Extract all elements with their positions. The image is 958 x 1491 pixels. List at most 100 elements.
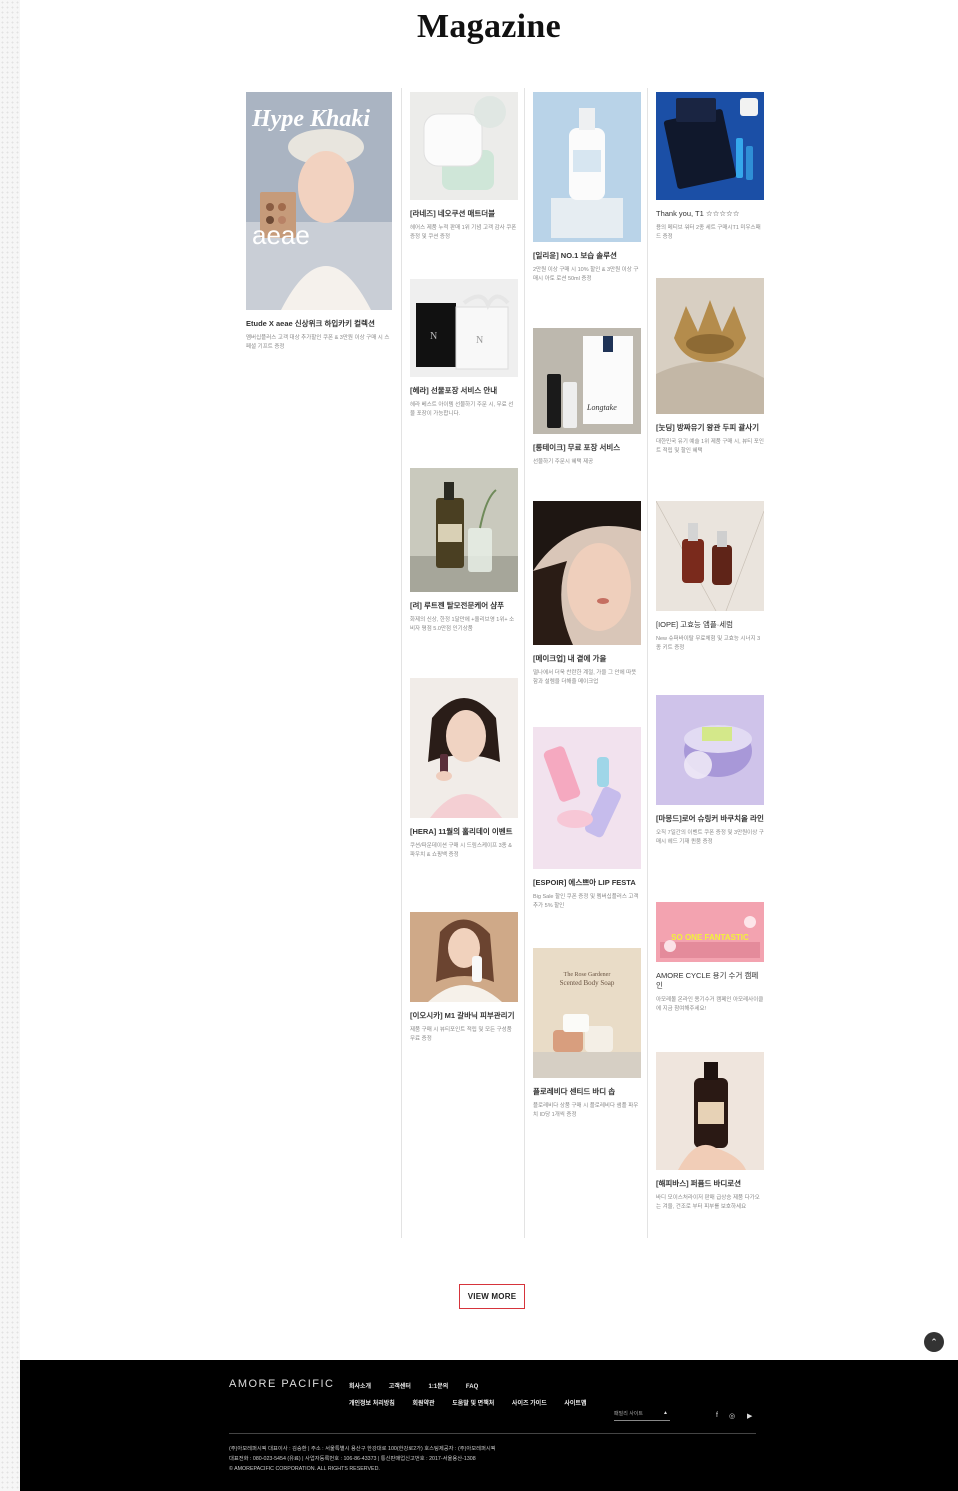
card-title: [눗딩] 방짜유기 왕관 두피 괄사기	[656, 423, 760, 432]
family-site-select[interactable]: 패밀리 사이트 ▲	[614, 1410, 670, 1421]
footer-link-company[interactable]: 회사소개	[349, 1384, 371, 1390]
magazine-card-nuthing[interactable]: [눗딩] 방짜유기 왕관 두피 괄사기 대한민국 유기 예술 1위 제품 구매 …	[656, 278, 764, 456]
card-desc: 2만원 이상 구매 시 10% 할인 & 3만원 이상 구매시 아토 로션 50…	[533, 267, 639, 282]
footer-link-size-guide[interactable]: 사이즈 가이드	[512, 1401, 547, 1407]
footer-info-line: 대표전화 : 080-023-5454 (유료) | 사업자등록번호 : 106…	[229, 1456, 476, 1462]
card-title: [일리윤] NO.1 보습 솔루션	[533, 251, 617, 260]
card-image	[410, 678, 518, 818]
poster-line2: Scented Body Soap	[560, 979, 615, 987]
card-desc: Big Sale 할인 쿠폰 증정 및 멤버십플러스 고객 추가 5% 할인	[533, 894, 639, 909]
magazine-card-longtake[interactable]: Longtake [롱테이크] 무료 포장 서비스 선물하기 주문시 혜택 제공	[533, 328, 641, 467]
facebook-icon[interactable]: f	[716, 1412, 718, 1419]
card-title: [려] 루트젠 탈모전문케어 샴푸	[410, 601, 505, 610]
column-divider	[647, 88, 648, 1238]
magazine-card-happybath[interactable]: [해피바스] 퍼퓸드 바디로션 바디 모이스처라이저 판매 급상승 제품 다가오…	[656, 1052, 764, 1212]
card-image: SO ONE FANTASTIC	[656, 902, 764, 962]
card-title: AMORE CYCLE 용기 수거 캠페인	[656, 971, 759, 990]
magazine-card-ryo[interactable]: [려] 루트젠 탈모전문케어 샴푸 화제의 신상, 한정 1달만에 +올리브영 …	[410, 468, 518, 634]
cover-title: Hype Khaki	[251, 106, 370, 132]
card-title: 플로레비다 센티드 바디 솝	[533, 1087, 616, 1096]
card-title: [라네즈] 네오쿠션 매트더블	[410, 209, 496, 218]
instagram-icon[interactable]: ◎	[729, 1412, 735, 1420]
banner-text: SO ONE FANTASTIC	[671, 933, 749, 942]
card-image: Longtake	[533, 328, 641, 434]
card-desc: 오직 7일간의 이벤트 쿠폰 증정 및 3만원이상 구매시 헤드 기재 퀸붐 증…	[656, 830, 764, 845]
footer-link-faq[interactable]: FAQ	[466, 1384, 478, 1390]
svg-text:N: N	[430, 331, 437, 342]
cover-logo: aeae	[252, 220, 310, 250]
footer-copyright: © AMOREPACIFIC CORPORATION. ALL RIGHTS R…	[229, 1466, 380, 1472]
magazine-grid: Hype Khaki aeae Etude X aeae 신상위크 하입카키 컬…	[240, 88, 770, 1238]
card-title: Etude X aeae 신상위크 하입카키 컬렉션	[246, 319, 375, 328]
card-desc: 용의 메티브 워터 2종 세트 구매시T1 미우스패드 증정	[656, 225, 761, 240]
card-desc: 제품 구매 시 뷰티포인트 적립 및 모든 구성품 무료 증정	[410, 1027, 512, 1042]
magazine-card-eoseeka[interactable]: [이오시카] M1 갈바닉 피부관리기 제품 구매 시 뷰티포인트 적립 및 모…	[410, 912, 518, 1044]
card-image: The Rose Gardener Scented Body Soap	[533, 948, 641, 1078]
card-title: [헤라] 선물포장 서비스 안내	[410, 386, 498, 395]
card-image	[656, 695, 764, 805]
card-image	[533, 727, 641, 869]
card-title: [롱테이크] 무료 포장 서비스	[533, 443, 621, 452]
card-desc: 플로레비다 상품 구매 시 플로레비다 샘플 파우치 ID당 1개씩 증정	[533, 1103, 639, 1118]
card-image	[410, 468, 518, 592]
card-image	[656, 92, 764, 200]
magazine-card-iope[interactable]: [IOPE] 고효능 앰플·세럼 New 슈퍼바이탈 무료체험 및 고효능 시너…	[656, 501, 764, 653]
footer-nav-row2: 개인정보 처리방침 회원약관 도움말 및 면책처 사이즈 가이드 사이트맵	[349, 1398, 602, 1407]
magazine-card-laneige[interactable]: [라네즈] 네오쿠션 매트더블 헤어스 제품 누적 판매 1위 기념 고객 감사…	[410, 92, 518, 242]
footer-link-customer-center[interactable]: 고객센터	[389, 1384, 411, 1390]
view-more-button[interactable]: VIEW MORE	[459, 1284, 525, 1309]
card-desc: 아모레몰 온라인 용기수거 캠페인 아모레사이클에 지금 참여해주세요!	[656, 997, 764, 1012]
family-site-label: 패밀리 사이트	[614, 1411, 643, 1417]
svg-text:N: N	[476, 335, 483, 346]
footer-link-inquiry[interactable]: 1:1문의	[429, 1384, 449, 1390]
card-image: N N	[410, 279, 518, 377]
column-divider	[524, 88, 525, 1238]
card-desc: 헤라 베스트 아이템 선물하기 주문 시, 무료 선물 포장이 가능합니다.	[410, 402, 514, 417]
card-image	[410, 92, 518, 200]
card-desc: 헤어스 제품 누적 판매 1위 기념 고객 감사 쿠폰 증정 및 쿠션 증정	[410, 225, 517, 240]
scroll-top-button[interactable]: ⌃	[924, 1332, 944, 1352]
magazine-card-hera-holiday[interactable]: [HERA] 11월의 홀리데이 이벤트 쿠션/파운데이션 구매 시 드림스케이…	[410, 678, 518, 860]
card-title: [마몽드]로어 슈링커 바쿠치올 라인	[656, 814, 764, 823]
card-desc: 바디 모이스처라이저 판매 급상승 제품 다가오는 겨울, 건조로 부터 피부를…	[656, 1195, 760, 1210]
magazine-card-espoir[interactable]: [ESPOIR] 에스쁘아 LIP FESTA Big Sale 할인 쿠폰 증…	[533, 727, 641, 911]
magazine-card-mamonde[interactable]: [마몽드]로어 슈링커 바쿠치올 라인 오직 7일간의 이벤트 쿠폰 증정 및 …	[656, 695, 764, 847]
card-title: [ESPOIR] 에스쁘아 LIP FESTA	[533, 878, 636, 887]
caret-up-icon: ▲	[663, 1410, 668, 1416]
magazine-card-etude[interactable]: Hype Khaki aeae Etude X aeae 신상위크 하입카키 컬…	[246, 92, 392, 352]
footer-link-privacy[interactable]: 개인정보 처리방침	[349, 1401, 395, 1407]
left-edge-strip	[0, 0, 20, 1491]
card-desc: 쿠션/파운데이션 구매 시 드림스케이프 3종 & 파우치 & 쇼핑백 증정	[410, 843, 512, 858]
card-desc: 대한민국 유기 예술 1위 제품 구매 시, 뷰티 포인트 적립 및 할인 혜택	[656, 439, 764, 454]
page-title: Magazine	[416, 8, 562, 45]
poster-line1: The Rose Gardener	[564, 972, 611, 978]
magazine-card-illiyoon[interactable]: [일리윤] NO.1 보습 솔루션 2만원 이상 구매 시 10% 할인 & 3…	[533, 92, 641, 284]
card-desc: 떨나에서 더욱 찬란한 계절, 가을 그 안에 따뜻함과 설렘을 더해줄 메이크…	[533, 670, 637, 685]
column-divider	[401, 88, 402, 1238]
card-title: [HERA] 11월의 홀리데이 이벤트	[410, 827, 513, 836]
magazine-card-hera-wrap[interactable]: N N [헤라] 선물포장 서비스 안내 헤라 베스트 아이템 선물하기 주문 …	[410, 279, 518, 419]
footer-brand: AMORE PACIFIC	[229, 1378, 335, 1390]
footer-divider	[229, 1433, 756, 1434]
youtube-icon[interactable]: ▶	[747, 1412, 752, 1420]
card-image: Hype Khaki aeae	[246, 92, 392, 310]
card-title: [해피바스] 퍼퓸드 바디로션	[656, 1179, 742, 1188]
magazine-card-t1[interactable]: Thank you, T1 ☆☆☆☆☆ 용의 메티브 워터 2종 세트 구매시T…	[656, 92, 764, 242]
footer-company-info: (주)아모레퍼시픽 대표이사 : 김승환 | 주소 : 서울특별시 용산구 한강…	[229, 1444, 496, 1474]
footer-link-help[interactable]: 도움말 및 면책처	[452, 1401, 494, 1407]
card-image	[533, 501, 641, 645]
brand-label: Longtake	[586, 403, 617, 412]
card-desc: New 슈퍼바이탈 무료체험 및 고효능 시너지 3종 키트 증정	[656, 636, 761, 651]
magazine-card-amore-cycle[interactable]: SO ONE FANTASTIC AMORE CYCLE 용기 수거 캠페인 아…	[656, 902, 764, 1014]
card-desc: 멤버십플러스 고객 대상 추가할인 쿠폰 & 3만원 이상 구매 시 스페셜 기…	[246, 335, 390, 350]
card-title: [이오시카] M1 갈바닉 피부관리기	[410, 1011, 515, 1020]
footer-link-sitemap[interactable]: 사이트맵	[564, 1401, 586, 1407]
footer-link-terms[interactable]: 회원약관	[413, 1401, 435, 1407]
card-image	[656, 278, 764, 414]
card-image	[656, 501, 764, 611]
card-image	[656, 1052, 764, 1170]
card-desc: 화제의 신상, 한정 1달만에 +올리브영 1위+ 소비자 평점 5.0만점 인…	[410, 617, 515, 632]
magazine-card-florevida[interactable]: The Rose Gardener Scented Body Soap 플로레비…	[533, 948, 641, 1120]
footer-nav-row1: 회사소개 고객센터 1:1문의 FAQ	[349, 1381, 494, 1390]
magazine-card-makeup[interactable]: [메이크업] 내 곁에 가을 떨나에서 더욱 찬란한 계절, 가을 그 안에 따…	[533, 501, 641, 687]
